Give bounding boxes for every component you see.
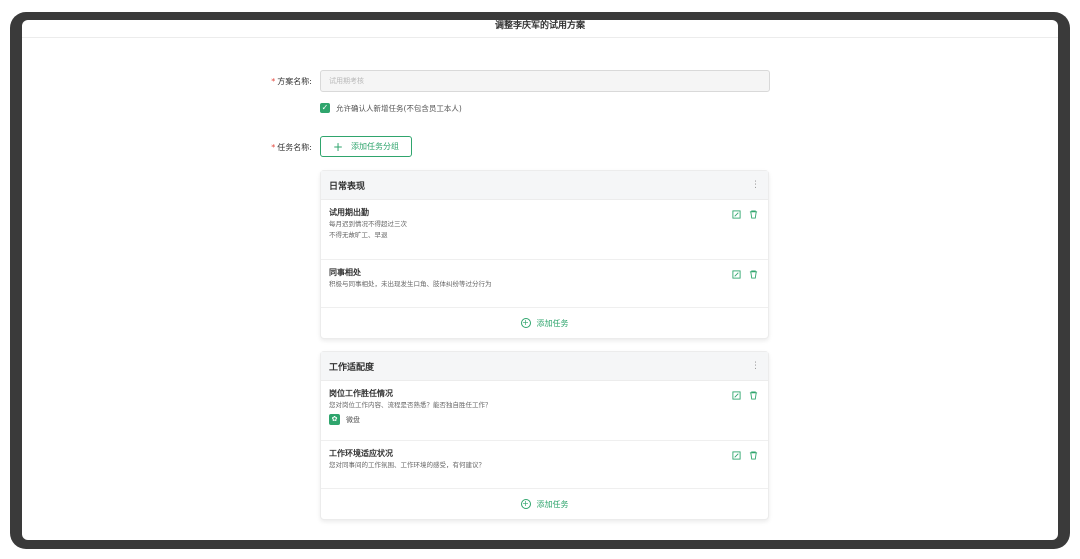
task-item: 工作环境适应状况 您对同事间的工作氛围、工作环境的感受，有何建议？ [321, 441, 768, 489]
plan-name-label: * 方案名称: [271, 77, 312, 86]
dialog-window: 调整李庆军的试用方案 * 方案名称: 试用期考核 ✓ 允许确认人新增任务(不包含员… [22, 20, 1058, 540]
task-group-card: 工作适配度 ⋮ 岗位工作胜任情况 您对岗位工作内容、流程是否熟悉？能否独自胜任工… [320, 351, 769, 520]
plan-name-input[interactable]: 试用期考核 [320, 70, 770, 92]
more-vertical-icon[interactable]: ⋮ [751, 361, 760, 371]
task-desc: 您对岗位工作内容、流程是否熟悉？能否独自胜任工作？ [329, 401, 492, 409]
task-title: 岗位工作胜任情况 [329, 389, 393, 398]
task-name-label: * 任务名称: [271, 143, 312, 152]
more-vertical-icon[interactable]: ⋮ [751, 180, 760, 190]
task-title: 试用期出勤 [329, 208, 369, 217]
task-title: 同事相处 [329, 268, 361, 277]
task-group-card: 日常表现 ⋮ 试用期出勤 每月迟到情况不得超过三次 不得无故旷工、早退 同事相处… [320, 170, 769, 339]
trash-icon[interactable] [749, 451, 758, 460]
plus-circle-icon: + [520, 499, 531, 509]
group-header: 日常表现 ⋮ [321, 171, 768, 200]
leaf-icon: ✿ [329, 414, 340, 425]
add-task-button[interactable]: + 添加任务 [321, 489, 768, 519]
task-item: 岗位工作胜任情况 您对岗位工作内容、流程是否熟悉？能否独自胜任工作？ ✿ 微盘 [321, 381, 768, 441]
trash-icon[interactable] [749, 270, 758, 279]
allow-checkbox-row[interactable]: ✓ 允许确认人新增任务(不包含员工本人) [320, 102, 462, 114]
task-desc: 不得无故旷工、早退 [329, 231, 388, 239]
group-title: 工作适配度 [329, 362, 375, 373]
edit-icon[interactable] [732, 451, 741, 460]
add-task-button[interactable]: + 添加任务 [321, 308, 768, 338]
required-mark: * [271, 143, 276, 152]
task-item: 试用期出勤 每月迟到情况不得超过三次 不得无故旷工、早退 [321, 200, 768, 260]
add-group-button[interactable]: + 添加任务分组 [320, 136, 412, 157]
group-title: 日常表现 [329, 181, 366, 192]
check-icon[interactable]: ✓ [320, 103, 330, 113]
edit-icon[interactable] [732, 210, 741, 219]
task-desc: 积极与同事相处，未出现发生口角、肢体纠纷等过分行为 [329, 280, 492, 288]
required-mark: * [271, 77, 276, 86]
plus-icon: + [332, 139, 344, 154]
task-desc: 每月迟到情况不得超过三次 [329, 220, 407, 228]
edit-icon[interactable] [732, 270, 741, 279]
task-title: 工作环境适应状况 [329, 449, 393, 458]
dialog-title: 调整李庆军的试用方案 [22, 20, 1058, 38]
allow-checkbox-label: 允许确认人新增任务(不包含员工本人) [336, 103, 462, 113]
plus-circle-icon: + [520, 318, 531, 328]
group-header: 工作适配度 ⋮ [321, 352, 768, 381]
task-item: 同事相处 积极与同事相处，未出现发生口角、肢体纠纷等过分行为 [321, 260, 768, 308]
task-desc: 您对同事间的工作氛围、工作环境的感受，有何建议？ [329, 461, 485, 469]
trash-icon[interactable] [749, 391, 758, 400]
trash-icon[interactable] [749, 210, 758, 219]
edit-icon[interactable] [732, 391, 741, 400]
attachment-tag[interactable]: ✿ 微盘 [329, 414, 760, 425]
